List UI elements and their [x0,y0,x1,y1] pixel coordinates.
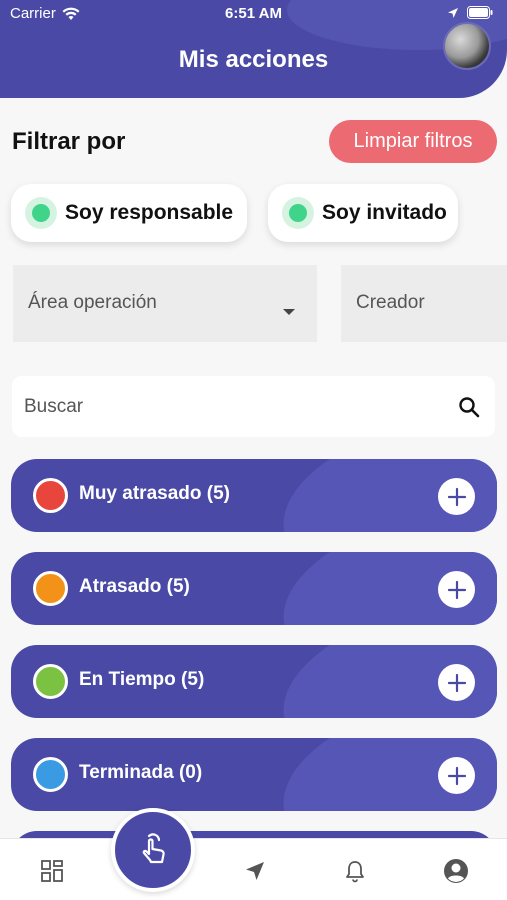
status-card-very-late[interactable]: Muy atrasado (5) [11,459,497,532]
status-card-finished[interactable]: Terminada (0) [11,738,497,811]
area-operation-select[interactable]: Área operación [13,265,317,342]
chip-indicator [282,197,314,229]
search-input[interactable] [24,395,457,418]
status-bar: Carrier 6:51 AM [0,0,507,28]
status-card-label: Muy atrasado (5) [79,483,230,504]
plus-icon [447,766,466,785]
status-card-label: Atrasado (5) [79,576,190,597]
battery-icon [467,6,493,19]
expand-plus-button[interactable] [438,571,475,608]
status-color-dot [33,571,68,606]
chip-dot [289,204,307,222]
page-title: Mis acciones [178,46,329,73]
touch-icon [142,833,165,864]
status-card-label: En Tiempo (5) [79,669,205,690]
status-time: 6:51 AM [225,5,282,22]
chip-invited[interactable]: Soy invitado [268,184,458,242]
bottom-navigation [0,838,507,900]
expand-plus-button[interactable] [438,478,475,515]
chip-dot [32,204,50,222]
search-icon[interactable] [457,395,481,419]
user-icon[interactable] [442,857,470,885]
status-color-dot [33,478,68,513]
chip-responsible[interactable]: Soy responsable [11,184,247,242]
creator-placeholder: Creador [356,292,425,313]
plus-icon [447,580,466,599]
expand-plus-button[interactable] [438,757,475,794]
status-color-dot [33,664,68,699]
avatar[interactable] [443,22,491,70]
plus-icon [447,673,466,692]
app-header: Carrier 6:51 AM Mis acciones [0,0,507,98]
status-card-late[interactable]: Atrasado (5) [11,552,497,625]
touch-action-button[interactable] [111,808,195,892]
status-right [447,6,493,19]
filter-heading: Filtrar por [12,128,126,155]
clear-filters-button[interactable]: Limpiar filtros [329,120,497,163]
grid-icon[interactable] [38,857,66,885]
plus-icon [447,487,466,506]
area-operation-placeholder: Área operación [28,292,157,313]
status-color-dot [33,757,68,792]
creator-select[interactable]: Creador [341,265,507,342]
status-card-label: Terminada (0) [79,762,203,783]
chip-invited-label: Soy invitado [322,201,447,224]
expand-plus-button[interactable] [438,664,475,701]
bell-icon[interactable] [341,857,369,885]
caret-down-icon [283,309,295,315]
chip-indicator [25,197,57,229]
chip-responsible-label: Soy responsable [65,201,234,224]
location-arrow-icon [448,7,458,18]
navigation-icon[interactable] [241,857,269,885]
search-bar [12,376,495,437]
status-card-on-time[interactable]: En Tiempo (5) [11,645,497,718]
